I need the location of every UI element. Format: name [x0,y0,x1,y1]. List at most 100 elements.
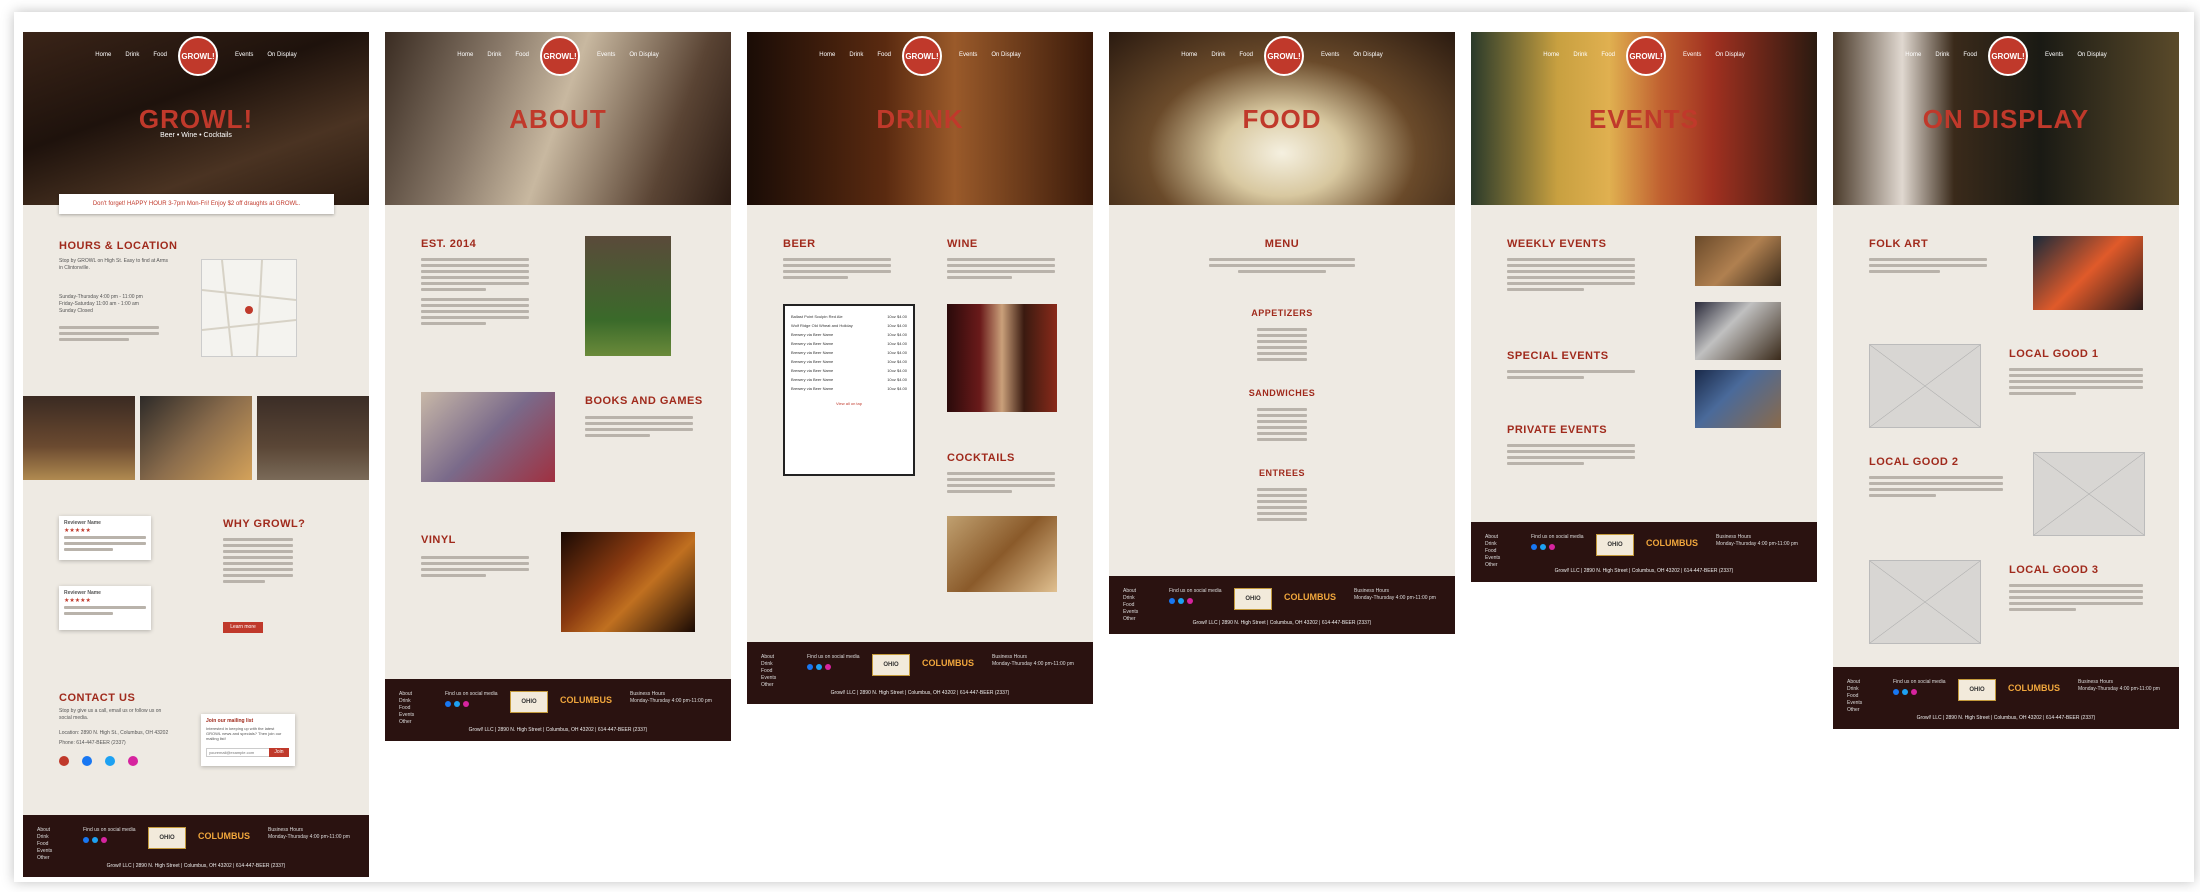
footer-address: Growl! LLC | 2890 N. High Street | Colum… [1916,715,2096,721]
contact-text: Stop by give us a call, email us or foll… [59,708,162,721]
hero-title: ABOUT [509,104,607,134]
local-good-2-heading: LOCAL GOOD 2 [1869,456,1959,468]
twitter-icon[interactable] [1902,689,1908,695]
instagram-icon[interactable] [825,664,831,670]
special-events-heading: SPECIAL EVENTS [1507,350,1609,362]
sandwiches-heading: SANDWICHES [1248,388,1316,398]
menu-row: Brewery via Beer Name 10oz $4.00 [791,350,907,355]
nav-food[interactable]: Food [153,52,167,58]
twitter-icon[interactable] [454,701,460,707]
display-footer: About Drink Food Events Other Find us on soc… [1833,667,2179,729]
why-growl-heading: WHY GROWL? [223,518,306,530]
menu-row: Brewery via Beer Name 10oz $4.00 [791,332,907,337]
event-photo-1 [1695,236,1781,286]
beer-menu-box: Ballast Point Sculpin Red Ale 10oz $4.00 … [783,304,915,476]
menu-heading: MENU [1264,238,1300,250]
twitter-icon[interactable] [1540,544,1546,550]
hero-title: GROWL! [138,104,254,134]
hours-extra-lines [59,326,159,344]
menu-row: Brewery via Beer Name 10oz $4.00 [791,359,907,364]
menu-row: Brewery via Beer Name 10oz $4.00 [791,341,907,346]
folk-art-photo [2033,236,2143,310]
vinyl-photo [561,532,695,632]
facebook-icon[interactable] [1893,689,1899,695]
local-good-1-heading: LOCAL GOOD 1 [2009,348,2099,360]
instagram-icon[interactable] [1549,544,1555,550]
contact-phone: Phone: 614-447-BEER (2337) [59,740,126,746]
home-footer: About Drink Food Events Other Find us on soc… [23,815,369,877]
email-input[interactable] [206,748,270,757]
mockup-board: GROWL! Home Drink Food Events On Display… [14,12,2194,882]
books-heading: BOOKS AND GAMES [585,395,703,407]
private-events-heading: PRIVATE EVENTS [1507,424,1608,436]
columbus-badge: COLUMBUS [922,658,974,668]
nav-on-display[interactable]: On Display [267,52,296,58]
display-page: GROWL! Home Drink Food Events On Display ON … [1833,32,2179,729]
twitter-icon[interactable] [92,837,98,843]
menu-row: Ballast Point Sculpin Red Ale 10oz $4.00 [791,314,907,319]
footer-hours: Business Hours Monday-Thursday 4:00 pm-1… [268,827,350,840]
instagram-icon[interactable] [463,701,469,707]
facebook-icon[interactable] [83,837,89,843]
ohio-proud-badge: OHIO [1596,534,1634,556]
beer-heading: BEER [783,238,816,250]
twitter-icon[interactable] [105,756,115,766]
footer-address: Growl! LLC | 2890 N. High Street | Colum… [106,863,286,869]
mailing-heading: Join our mailing list [206,718,254,724]
mailing-text: Interested in keeping up with the latest… [206,726,282,741]
columbus-badge: COLUMBUS [1646,538,1698,548]
learn-more-button[interactable]: Learn more [223,622,263,633]
wine-photo [947,304,1057,412]
menu-row: Brewery via Beer Name 10oz $4.00 [791,386,907,391]
nav-events[interactable]: Events [235,52,253,58]
facebook-icon[interactable] [1531,544,1537,550]
email-icon[interactable] [59,756,69,766]
instagram-icon[interactable] [1187,598,1193,604]
event-photo-3 [1695,370,1781,428]
hero-title: DRINK [876,104,964,134]
display-hero: GROWL! Home Drink Food Events On Display ON … [1833,32,2179,205]
instagram-icon[interactable] [101,837,107,843]
hero-subtitle: Beer • Wine • Cocktails [160,132,232,139]
cocktails-heading: COCKTAILS [947,452,1015,464]
events-footer: About Drink Food Events Other Find us on soc… [1471,522,1817,582]
drink-page: GROWL! Home Drink Food Events On Display DRI… [747,32,1093,704]
local-good-3-image [1869,560,1981,644]
twitter-icon[interactable] [816,664,822,670]
contact-heading: CONTACT US [59,692,136,704]
view-all-link[interactable]: View all on tap [785,401,913,406]
local-good-3-heading: LOCAL GOOD 3 [2009,564,2099,576]
instagram-icon[interactable] [128,756,138,766]
join-button[interactable]: Join [269,748,289,757]
facebook-icon[interactable] [445,701,451,707]
facebook-icon[interactable] [82,756,92,766]
books-photo [421,392,555,482]
location-map[interactable] [201,259,297,357]
mailing-list-card: Join our mailing list Interested in keep… [201,714,295,766]
happy-hour-banner: Don't forget! HAPPY HOUR 3-7pm Mon-Fri! … [59,194,334,214]
hero-title: ON DISPLAY [1922,104,2090,134]
facebook-icon[interactable] [807,664,813,670]
footer-address: Growl! LLC | 2890 N. High Street | Colum… [468,727,648,733]
ohio-proud-badge: OHIO [1958,679,1996,701]
ohio-proud-badge: OHIO [510,691,548,713]
wine-heading: WINE [947,238,978,250]
nav-drink[interactable]: Drink [125,52,139,58]
owl-photo [257,396,369,480]
footer-links: About Drink Food Events Other [37,827,53,861]
columbus-badge: COLUMBUS [2008,683,2060,693]
columbus-badge: COLUMBUS [1284,592,1336,602]
twitter-icon[interactable] [1178,598,1184,604]
drink-footer: About Drink Food Events Other Find us on soc… [747,642,1093,704]
about-footer: About Drink Food Events Other Find us on soc… [385,679,731,741]
about-page: GROWL! Home Drink Food Events On Display ABO… [385,32,731,741]
home-nav: Home Drink Food Events On Display [23,52,369,58]
menu-row: Brewery via Beer Name 10oz $4.00 [791,377,907,382]
food-footer: About Drink Food Events Other Find us on soc… [1109,576,1455,634]
vinyl-heading: VINYL [421,534,456,546]
hero-title: FOOD [1242,104,1322,134]
taps-photo [23,396,135,480]
instagram-icon[interactable] [1911,689,1917,695]
nav-home[interactable]: Home [95,52,111,58]
facebook-icon[interactable] [1169,598,1175,604]
